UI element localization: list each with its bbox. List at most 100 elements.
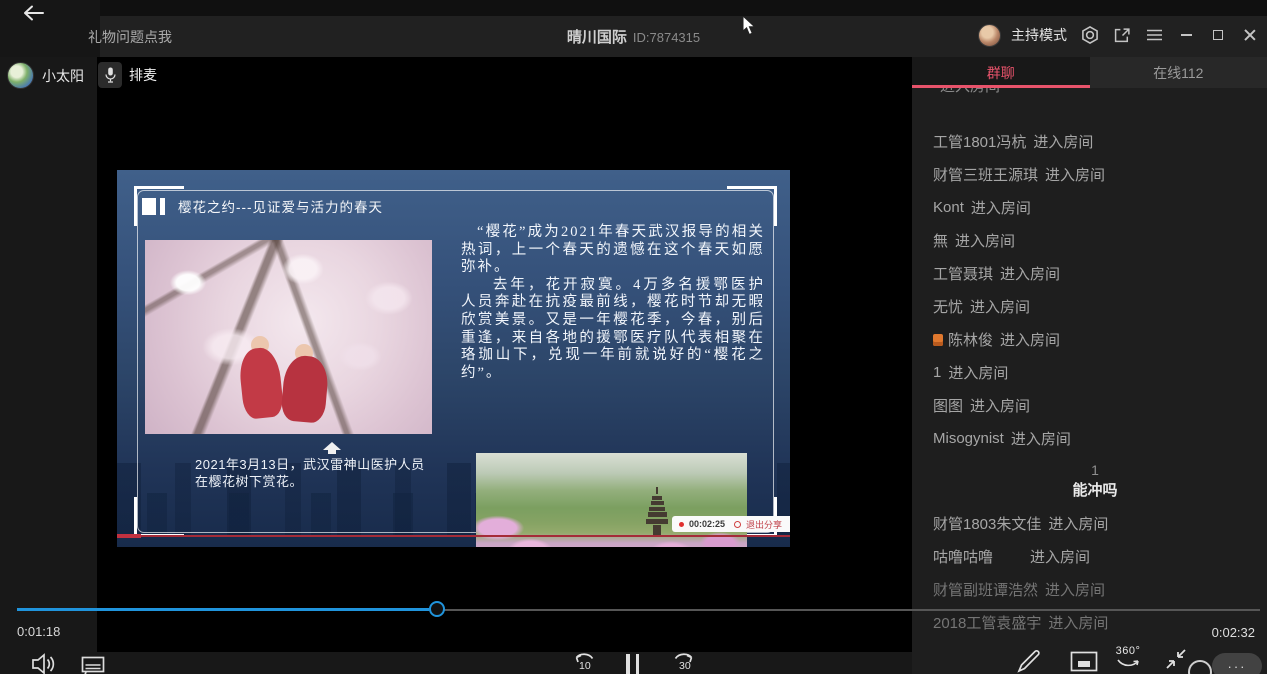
seek-knob[interactable] [429,601,445,617]
gear-icon [1081,26,1099,44]
elapsed-time: 0:01:18 [17,624,60,639]
video-stage: 樱花之约---见证爱与活力的春天 2021年3月13日，武汉雷神山医护人员 在樱… [97,57,912,652]
comment-icon [81,656,105,674]
system-enter-row: 无忧进入房间 [933,290,1257,323]
menu-icon [1146,28,1163,42]
minimize-icon [1181,34,1192,36]
system-enter-row: Kont进入房间 [933,191,1257,224]
emoji-button[interactable] [1188,660,1212,674]
shrink-icon [1164,647,1188,671]
enter-room-text: 进入房间 [971,197,1031,218]
close-button[interactable] [1241,26,1259,44]
screenshot-button[interactable] [1070,651,1098,674]
pause-button[interactable] [626,654,639,674]
chat-user-name: 1 [1091,461,1099,480]
up-arrow-marker [323,442,341,450]
chat-message-text: 能冲吗 [1072,480,1117,502]
seek-bar[interactable] [0,607,1267,625]
slide-title: 樱花之约---见证爱与活力的春天 [178,196,383,216]
rewind-10-button[interactable]: 10 [570,650,598,674]
system-enter-row: 图图进入房间 [933,389,1257,422]
enter-user-name: 财管1803朱文佳 [933,513,1041,534]
title-bar-mark [160,198,165,215]
shared-slide: 樱花之约---见证爱与活力的春天 2021年3月13日，武汉雷神山医护人员 在樱… [117,170,790,547]
enter-room-text: 进入房间 [970,395,1030,416]
mic-queue-button[interactable]: 排麦 [98,62,157,88]
room-title: 晴川国际 [567,29,627,46]
enter-room-text: 进入房间 [1000,329,1060,350]
enter-room-text: 进入房间 [955,230,1015,251]
system-enter-row: 财管三班王源琪进入房间 [933,158,1257,191]
pagoda-silhouette [646,487,668,539]
tab-online-count[interactable]: 在线112 [1090,57,1267,88]
photo-caption-line1: 2021年3月13日，武汉雷神山医护人员 [195,456,425,473]
share-timer: 00:02:25 [689,519,725,529]
enter-room-text: 进入房间 [1045,579,1105,600]
chat-tab-bar: 群聊 在线112 [912,57,1267,88]
back-button[interactable] [22,4,52,28]
chat-message-row: 1能冲吗 [933,455,1257,507]
window-top-strip [0,0,1267,16]
more-actions-pill[interactable]: ··· [1212,653,1262,674]
tab-online-label: 在线112 [1153,63,1203,83]
title-square-mark [142,198,156,215]
enter-room-text: 进入房间 [1048,513,1108,534]
title-bar: 礼物问题点我 晴川国际 ID:7874315 主持模式 [0,0,1267,57]
screenshot-icon [1070,651,1098,672]
enter-user-name: 财管三班王源琪 [933,164,1038,185]
system-enter-row: 财管副班谭浩然进入房间 [933,573,1257,606]
danmaku-toggle-button[interactable] [81,656,105,674]
photo-caption: 2021年3月13日，武汉雷神山医护人员 在樱花树下赏花。 [195,456,425,490]
gift-hint-link[interactable]: 礼物问题点我 [88,27,172,47]
maximize-button[interactable] [1209,26,1227,44]
volume-button[interactable] [30,651,56,674]
back-arrow-icon [22,4,46,22]
enter-room-text: 进入房间 [948,362,1008,383]
enter-room-text: 进入房间 [970,296,1030,317]
aerial-blossom-photo [476,453,747,547]
enter-user-name: Misogynist [933,430,1004,447]
screen-share-badge[interactable]: 00:02:25 退出分享 [672,516,790,532]
chat-message-list: 进入房间工管1801冯杭进入房间财管三班王源琪进入房间Kont进入房间無进入房间… [912,57,1267,647]
member-level-badge-icon [933,334,943,346]
host-mode-label: 主持模式 [1011,25,1067,45]
settings-button[interactable] [1081,26,1099,44]
room-id: ID:7874315 [633,30,700,45]
popout-button[interactable] [1113,26,1131,44]
cherry-blossom-photo [145,240,432,434]
menu-button[interactable] [1145,26,1163,44]
streamer-chip[interactable]: 小太阳 [7,62,84,89]
rotate-360-button[interactable]: 360° [1115,645,1141,674]
system-enter-row: Misogynist进入房间 [933,422,1257,455]
close-icon [1244,29,1256,41]
system-enter-row: 無进入房间 [933,224,1257,257]
system-enter-row: 陈林俊进入房间 [933,323,1257,356]
system-enter-row: 工管聂琪进入房间 [933,257,1257,290]
enter-user-name: 财管副班谭浩然 [933,579,1038,600]
mic-box[interactable] [98,62,122,88]
rotate-360-label: 360° [1115,645,1141,657]
pause-icon [626,654,630,674]
host-avatar[interactable] [978,24,1001,47]
recording-dot-icon [679,522,684,527]
app-window: 礼物问题点我 晴川国际 ID:7874315 主持模式 [0,0,1267,674]
collapse-panel-button[interactable] [1164,647,1188,674]
slide-title-row: 樱花之约---见证爱与活力的春天 [142,196,383,216]
exit-share-button[interactable]: 退出分享 [746,518,782,531]
rotate-arrow-icon [1115,658,1141,670]
streamer-avatar[interactable] [7,62,34,89]
enter-user-name: 1 [933,364,941,381]
photo-person-red-jacket [237,346,284,420]
photo-caption-line2: 在樱花树下赏花。 [195,473,425,490]
minimize-button[interactable] [1177,26,1195,44]
streamer-name: 小太阳 [42,66,84,86]
forward-30-button[interactable]: 30 [670,650,698,674]
active-tab-underline [912,85,1090,88]
enter-user-name: 工管聂琪 [933,263,993,284]
tab-group-chat[interactable]: 群聊 [912,57,1090,88]
system-enter-row: 财管1803朱文佳进入房间 [933,507,1257,540]
edit-message-button[interactable] [1016,647,1042,674]
enter-user-name: 陈林俊 [948,329,993,350]
frame-corner-bl [134,497,184,537]
enter-user-name: 無 [933,230,948,251]
